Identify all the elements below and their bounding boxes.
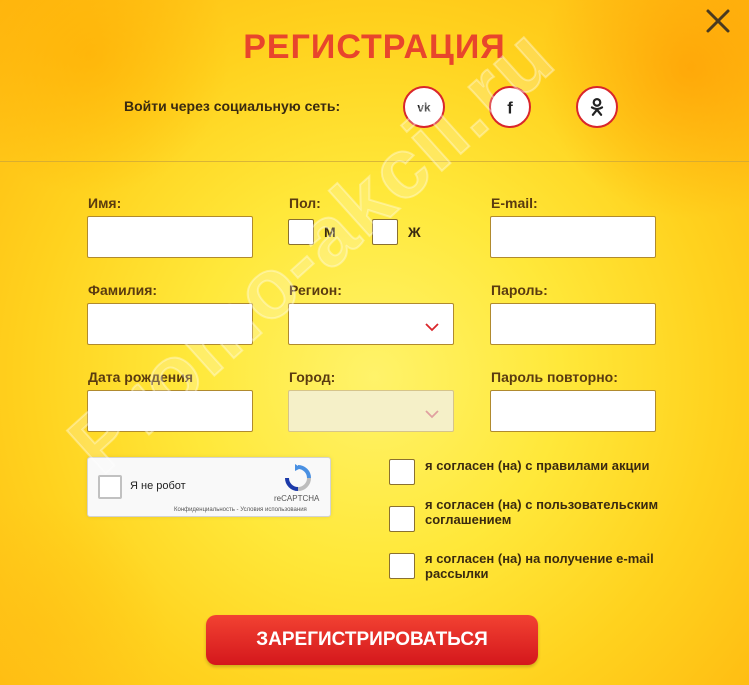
page-title: РЕГИСТРАЦИЯ [243,28,506,66]
password-input[interactable] [490,303,656,345]
gender-female-label: Ж [408,224,421,240]
facebook-icon: f [507,99,513,117]
city-select[interactable] [288,390,454,432]
odnoklassniki-login-button[interactable] [576,86,618,128]
email-input[interactable] [490,216,656,258]
recaptcha-links[interactable]: Конфиденциальность - Условия использован… [174,507,307,513]
recaptcha-brand: reCAPTCHA [274,494,320,503]
facebook-login-button[interactable]: f [489,86,531,128]
birthdate-label: Дата рождения [88,369,194,385]
surname-input[interactable] [87,303,253,345]
chevron-down-icon [425,319,439,332]
agree-email-label: я согласен (на) на получение e-mail расс… [425,551,654,581]
recaptcha-checkbox[interactable] [98,475,122,499]
recaptcha-widget: Я не робот reCAPTCHA Конфиденциальность … [87,457,331,517]
svg-text:f: f [507,99,513,117]
gender-female-checkbox[interactable] [372,219,398,245]
name-label: Имя: [88,195,122,211]
birthdate-input[interactable] [87,390,253,432]
odnoklassniki-icon [590,98,604,116]
vk-icon: vk [417,101,431,115]
recaptcha-label: Я не робот [130,480,186,492]
agree-terms-checkbox[interactable] [389,506,415,532]
svg-text:vk: vk [417,101,431,115]
social-login-label: Войти через социальную сеть: [124,98,341,114]
vk-login-button[interactable]: vk [403,86,445,128]
recaptcha-icon [285,464,311,491]
register-button[interactable]: ЗАРЕГИСТРИРОВАТЬСЯ [206,615,538,665]
password-label: Пароль: [491,282,548,298]
region-label: Регион: [289,282,342,298]
gender-label: Пол: [289,195,321,211]
agree-rules-label: я согласен (на) с правилами акции [425,458,650,473]
name-input[interactable] [87,216,253,258]
email-label: E-mail: [491,195,538,211]
password-repeat-input[interactable] [490,390,656,432]
gender-male-label: М [324,224,336,240]
chevron-down-icon [425,406,439,419]
region-select[interactable] [288,303,454,345]
surname-label: Фамилия: [88,282,158,298]
header-divider [0,161,749,162]
agree-email-checkbox[interactable] [389,553,415,579]
agree-terms-label: я согласен (на) с пользовательским согла… [425,497,659,527]
city-label: Город: [289,369,336,385]
social-login-row: Войти через социальную сеть: vk f [0,86,749,130]
password-repeat-label: Пароль повторно: [491,369,618,385]
gender-male-checkbox[interactable] [288,219,314,245]
agree-rules-checkbox[interactable] [389,459,415,485]
